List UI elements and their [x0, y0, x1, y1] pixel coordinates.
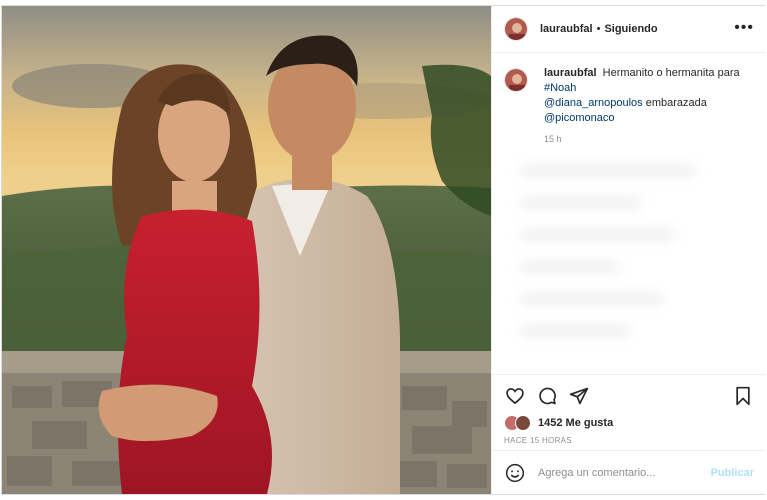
mention-link-2[interactable]: @picomonaco [544, 112, 614, 124]
likes-count[interactable]: 1452 Me gusta [538, 417, 613, 429]
post-side-panel: lauraubfal • Siguiendo ••• lauraubfal He… [491, 6, 766, 494]
post-container: lauraubfal • Siguiendo ••• lauraubfal He… [1, 5, 766, 495]
caption-text: lauraubfal Hermanito o hermanita para #N… [544, 66, 756, 147]
comment-bar: Publicar [492, 450, 766, 494]
more-horizontal-icon[interactable]: ••• [734, 20, 754, 36]
comment-icon[interactable] [536, 385, 558, 407]
following-button[interactable]: Siguiendo [604, 23, 657, 35]
mention-link-1[interactable]: @diana_arnopoulos [544, 97, 643, 109]
post-photo[interactable] [2, 6, 491, 494]
caption-username[interactable]: lauraubfal [544, 67, 597, 79]
likers-avatars[interactable] [504, 415, 534, 431]
caption-text-part2: embarazada [645, 97, 707, 109]
blurred-comments [520, 166, 740, 356]
post-actions: 1452 Me gusta HACE 15 HORAS [492, 374, 766, 445]
username-link[interactable]: lauraubfal [540, 23, 593, 35]
post-caption: lauraubfal Hermanito o hermanita para #N… [504, 66, 756, 147]
likes-row: 1452 Me gusta [504, 415, 754, 431]
user-avatar[interactable] [504, 17, 528, 41]
hashtag-link[interactable]: #Noah [544, 82, 576, 94]
heart-icon[interactable] [504, 385, 526, 407]
liker-avatar [515, 415, 531, 431]
publish-button[interactable]: Publicar [711, 467, 754, 479]
bookmark-icon[interactable] [732, 385, 754, 407]
post-time-ago[interactable]: HACE 15 HORAS [504, 436, 754, 445]
smiley-icon[interactable] [504, 462, 526, 484]
caption-text-part1: Hermanito o hermanita para [602, 67, 740, 79]
separator-dot: • [596, 23, 601, 35]
caption-timestamp[interactable]: 15 h [544, 132, 756, 147]
caption-avatar[interactable] [504, 68, 528, 92]
post-photo-illustration [2, 6, 491, 494]
paper-plane-icon[interactable] [568, 385, 590, 407]
comment-input[interactable] [538, 466, 698, 479]
action-icons-row [504, 383, 754, 409]
post-header: lauraubfal • Siguiendo ••• [492, 6, 766, 53]
